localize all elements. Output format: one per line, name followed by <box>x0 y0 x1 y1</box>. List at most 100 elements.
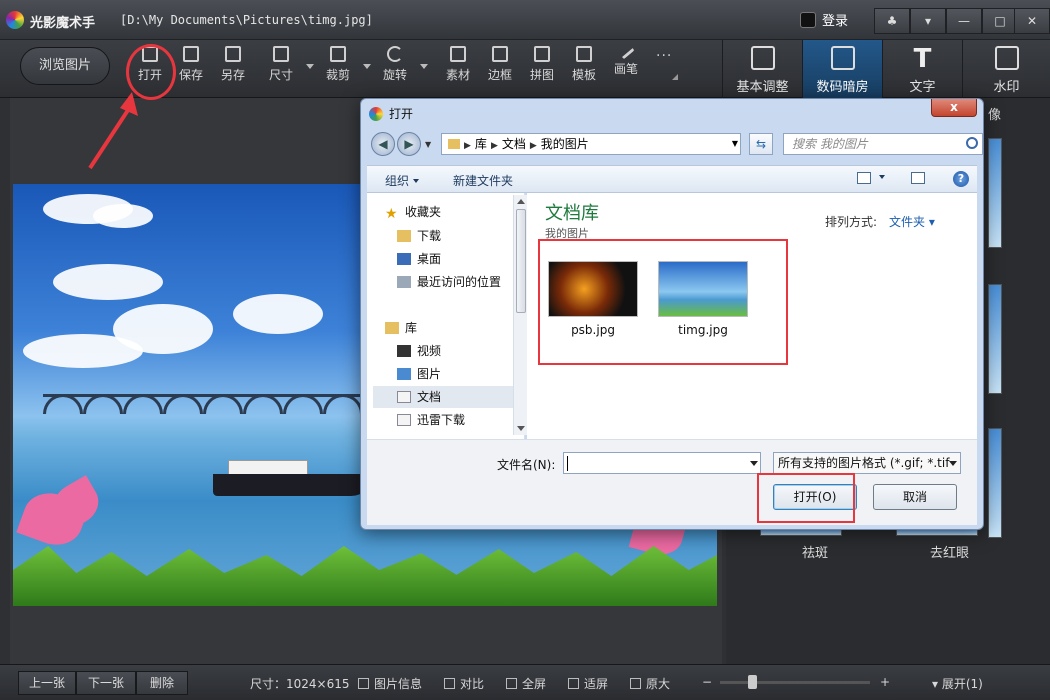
nav-favorites[interactable]: ★ 收藏夹 <box>385 201 531 223</box>
preview-pane-icon[interactable] <box>911 172 925 184</box>
address-dropdown-icon[interactable]: ▼ <box>727 133 743 155</box>
tab-text[interactable]: T 文字 <box>882 40 962 98</box>
maximize-button[interactable]: □ <box>982 8 1018 34</box>
text-icon: T <box>913 44 932 74</box>
minimize-button[interactable]: — <box>946 8 982 34</box>
breadcrumb-documents[interactable]: 文档 <box>502 137 526 151</box>
close-button[interactable]: ✕ <box>1014 8 1050 34</box>
bridge-graphic <box>43 394 373 420</box>
collage-button[interactable]: 拼图 <box>522 46 562 83</box>
resize-label: 尺寸 <box>268 68 293 82</box>
fit-screen-button[interactable]: 适屏 <box>568 675 608 692</box>
crop-button[interactable]: 裁剪 <box>318 46 358 83</box>
view-mode-icon[interactable] <box>857 172 871 184</box>
delete-button[interactable]: 删除 <box>136 671 188 695</box>
browse-images-button[interactable]: 浏览图片 <box>20 47 110 85</box>
app-logo-icon <box>369 107 383 121</box>
nav-documents[interactable]: 文档 <box>373 386 513 408</box>
file-type-value: 所有支持的图片格式 (*.gif; *.tif <box>778 456 950 470</box>
tab-basic-adjust[interactable]: 基本调整 <box>722 40 802 98</box>
sort-dropdown[interactable]: 文件夹 ▾ <box>889 213 935 230</box>
menu-button[interactable]: ▾ <box>910 8 946 34</box>
effect-thumb[interactable] <box>988 428 1002 538</box>
filename-input[interactable] <box>563 452 761 474</box>
dialog-cancel-button[interactable]: 取消 <box>873 484 957 510</box>
brush-button[interactable]: 画笔 <box>606 42 646 77</box>
dialog-footer: 文件名(N): 所有支持的图片格式 (*.gif; *.tif 打开(O) 取消 <box>367 439 977 525</box>
refresh-button[interactable]: ⇆ <box>749 133 773 155</box>
view-dropdown-icon[interactable] <box>875 170 885 184</box>
prev-image-button[interactable]: 上一张 <box>18 671 76 695</box>
organize-label: 组织 <box>385 174 410 188</box>
compare-icon <box>444 678 455 689</box>
document-icon <box>397 414 411 426</box>
save-as-label: 另存 <box>220 68 245 82</box>
file-type-select[interactable]: 所有支持的图片格式 (*.gif; *.tif <box>773 452 961 474</box>
border-button[interactable]: 边框 <box>480 46 520 83</box>
skin-button[interactable]: ♣ <box>874 8 910 34</box>
organize-button[interactable]: 组织 <box>385 172 420 189</box>
more-tools-button[interactable]: ··· <box>656 48 672 64</box>
documents-icon <box>397 391 411 403</box>
scrollbar-thumb[interactable] <box>516 209 526 313</box>
scroll-down-icon[interactable] <box>517 426 525 431</box>
nav-pictures-label: 图片 <box>417 367 442 381</box>
fullscreen-button[interactable]: 全屏 <box>506 675 546 692</box>
effect-label-freckle: 祛斑 <box>802 546 829 561</box>
original-size-button[interactable]: 原大 <box>630 675 670 692</box>
nav-recent[interactable]: 最近访问的位置 <box>397 271 513 293</box>
save-button[interactable]: 保存 <box>171 46 211 83</box>
login-button[interactable]: 登录 <box>800 10 848 29</box>
nav-desktop-label: 桌面 <box>417 252 442 266</box>
next-image-button[interactable]: 下一张 <box>76 671 136 695</box>
original-icon <box>630 678 641 689</box>
new-folder-button[interactable]: 新建文件夹 <box>453 172 513 189</box>
effect-thumb[interactable] <box>988 284 1002 394</box>
tab-digital-darkroom[interactable]: 数码暗房 <box>802 40 882 98</box>
border-label: 边框 <box>487 68 512 82</box>
nav-scrollbar[interactable] <box>513 195 527 435</box>
nav-libraries-label: 库 <box>405 321 418 335</box>
app-name: 光影魔术手 <box>30 16 96 31</box>
expand-button[interactable]: ▾ 展开(1) <box>932 675 983 692</box>
scroll-up-icon[interactable] <box>517 199 525 204</box>
dialog-title-text: 打开 <box>389 107 414 121</box>
tab-watermark[interactable]: 水印 <box>962 40 1050 98</box>
collage-label: 拼图 <box>529 68 554 82</box>
nav-libraries[interactable]: 库 <box>385 317 531 339</box>
help-icon[interactable]: ? <box>953 171 969 187</box>
rotate-dropdown-icon[interactable] <box>420 64 428 69</box>
material-button[interactable]: 素材 <box>438 46 478 83</box>
history-dropdown-icon[interactable]: ▼ <box>425 140 431 149</box>
template-label: 模板 <box>571 68 596 82</box>
rotate-button[interactable]: 旋转 <box>375 46 415 83</box>
search-input[interactable]: 搜索 我的图片 <box>783 133 983 155</box>
tab-basic-adjust-label: 基本调整 <box>736 80 789 95</box>
compare-button[interactable]: 对比 <box>444 675 484 692</box>
address-bar[interactable]: ▶ 库 ▶ 文档 ▶ 我的图片 <box>441 133 741 155</box>
chevron-down-icon <box>413 179 420 183</box>
effect-thumb[interactable] <box>988 138 1002 248</box>
back-button[interactable]: ◀ <box>371 132 395 156</box>
dialog-close-button[interactable]: x <box>931 99 977 117</box>
desktop-icon <box>397 253 411 265</box>
zoom-in-button[interactable]: + <box>880 675 890 689</box>
breadcrumb-my-pictures[interactable]: 我的图片 <box>541 137 589 151</box>
zoom-out-button[interactable]: − <box>702 675 712 689</box>
template-button[interactable]: 模板 <box>564 46 604 83</box>
user-icon <box>800 12 816 28</box>
image-size: 尺寸：1024×615 <box>250 677 350 691</box>
save-as-button[interactable]: 另存 <box>213 46 253 83</box>
forward-button[interactable]: ▶ <box>397 132 421 156</box>
expand-label: 展开(1) <box>941 677 983 691</box>
zoom-slider-handle[interactable] <box>748 675 757 689</box>
crop-dropdown-icon[interactable] <box>363 64 371 69</box>
filename-dropdown-icon[interactable] <box>750 461 758 466</box>
library-title: 文档库 <box>545 203 599 224</box>
image-info-button[interactable]: 图片信息 <box>358 675 422 692</box>
nav-favorites-label: 收藏夹 <box>405 205 442 219</box>
breadcrumb-library[interactable]: 库 <box>475 137 487 151</box>
resize-button[interactable]: 尺寸 <box>261 46 301 83</box>
resize-dropdown-icon[interactable] <box>306 64 314 69</box>
zoom-slider[interactable] <box>720 675 870 689</box>
